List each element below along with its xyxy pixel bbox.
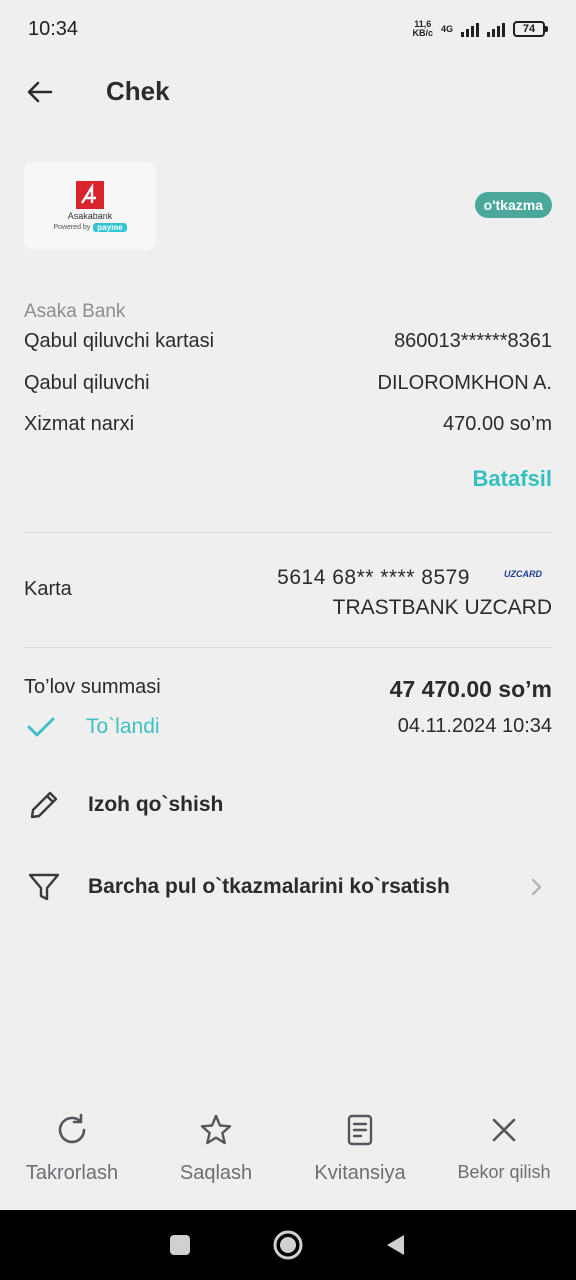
status-icons: 11,6 KB/c 4G 74 — [412, 20, 548, 38]
divider — [24, 647, 552, 648]
add-comment-button[interactable]: Izoh qo`shish — [24, 777, 552, 833]
cancel-button[interactable]: Bekor qilish — [432, 1100, 576, 1183]
star-icon — [200, 1114, 232, 1145]
amount-label: To’lov summasi — [24, 676, 161, 698]
card-bank: TRASTBANK UZCARD — [332, 596, 552, 619]
bank-name: Asaka Bank — [24, 301, 126, 322]
detail-label: Qabul qiluvchi — [24, 372, 150, 394]
system-nav-bar — [0, 1210, 576, 1280]
app-header: Chek — [0, 62, 576, 122]
logo-name: Asakabank — [67, 210, 113, 221]
check-icon — [27, 717, 55, 737]
pencil-icon — [24, 785, 64, 825]
more-details-link[interactable]: Batafsil — [473, 466, 552, 492]
network-speed: 11,6 KB/c — [412, 19, 433, 38]
asakabank-logo-icon — [76, 180, 104, 209]
detail-row-service-fee: Xizmat narxi 470.00 so’m — [24, 413, 552, 436]
payment-datetime: 04.11.2024 10:34 — [397, 715, 552, 737]
battery-icon: 74 — [513, 21, 548, 37]
status-bar: 10:34 11,6 KB/c 4G 74 — [0, 0, 576, 58]
bottom-label: Saqlash — [179, 1162, 253, 1184]
transfer-type-badge: o'tkazma — [474, 192, 552, 218]
arrow-left-icon — [27, 81, 53, 103]
filter-icon — [24, 867, 64, 907]
action-label: Barcha pul o`tkazmalarini ko`rsatish — [88, 875, 450, 898]
close-icon — [492, 1118, 516, 1142]
divider — [24, 532, 552, 533]
show-all-transfers-button[interactable]: Barcha pul o`tkazmalarini ko`rsatish — [24, 859, 552, 915]
refresh-icon — [58, 1113, 86, 1144]
receipt-button[interactable]: Kvitansiya — [288, 1100, 432, 1185]
recent-apps-icon[interactable] — [168, 1233, 192, 1257]
amount-value: 47 470.00 so’m — [389, 676, 552, 702]
detail-row-recipient: Qabul qiluvchi DILOROMKHON A. — [24, 372, 552, 395]
bottom-label: Kvitansiya — [314, 1162, 406, 1184]
bottom-action-bar: Takrorlash Saqlash Kvitansiya Bekor qili… — [0, 1100, 576, 1210]
home-icon[interactable] — [272, 1229, 304, 1261]
detail-label: Qabul qiluvchi kartasi — [24, 330, 215, 352]
payme-badge: payme — [93, 222, 127, 232]
detail-row-recipient-card: Qabul qiluvchi kartasi 860013******8361 — [24, 330, 552, 353]
save-button[interactable]: Saqlash — [144, 1100, 288, 1185]
logo-powered-by: Powered by payme — [53, 222, 127, 232]
merchant-logo: Asakabank Powered by payme — [24, 162, 156, 250]
bottom-label: Bekor qilish — [457, 1162, 551, 1182]
signal-icon — [461, 21, 479, 37]
signal-icon-2 — [487, 21, 505, 37]
card-number: 5614 68** **** 8579 — [277, 566, 470, 589]
repeat-button[interactable]: Takrorlash — [0, 1100, 144, 1185]
detail-value: 860013******8361 — [394, 330, 552, 352]
detail-label: Xizmat narxi — [24, 413, 135, 435]
receipt-icon — [347, 1114, 373, 1146]
action-label: Izoh qo`shish — [88, 793, 224, 816]
detail-value: DILOROMKHON A. — [377, 372, 552, 394]
detail-value: 470.00 so’m — [443, 413, 552, 435]
uzcard-logo-icon: UZCARD — [504, 569, 542, 579]
payment-status: To`landi — [86, 715, 160, 738]
chevron-right-icon — [531, 878, 542, 896]
card-label: Karta — [24, 578, 72, 600]
status-time: 10:34 — [28, 17, 79, 40]
back-button[interactable] — [24, 76, 56, 108]
bottom-label: Takrorlash — [25, 1162, 119, 1184]
network-type: 4G — [440, 23, 453, 34]
page-title: Chek — [106, 76, 170, 106]
back-nav-icon[interactable] — [384, 1233, 408, 1257]
